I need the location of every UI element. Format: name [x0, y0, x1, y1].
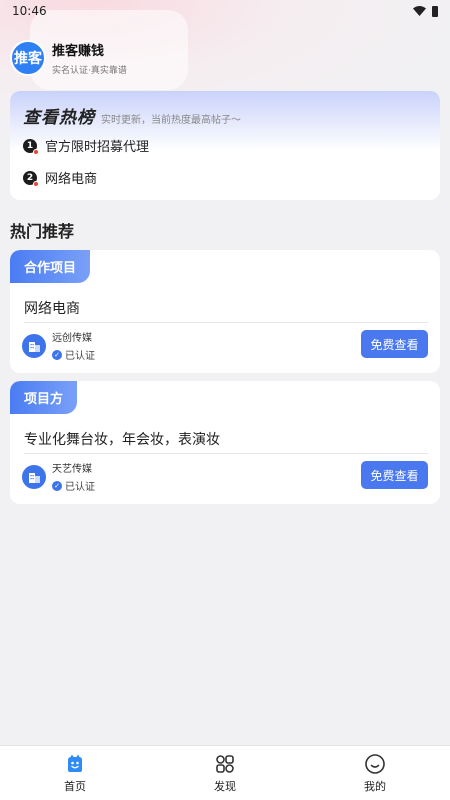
recommend-card[interactable]: 合作项目 网络电商 远创传媒 ✓ 已认证 免费查看 — [10, 250, 440, 373]
hot-list-description: 实时更新，当前热度最高帖子～ — [101, 115, 241, 126]
profile-icon — [365, 753, 385, 774]
tab-home[interactable]: 首页 — [35, 753, 115, 794]
hot-list-header: 查看热榜 实时更新，当前热度最高帖子～ — [23, 103, 241, 128]
app-header: 推客 推客赚钱 实名认证·真实靠谱 — [10, 40, 127, 76]
free-view-button[interactable]: 免费查看 — [361, 330, 428, 358]
tab-discover[interactable]: 发现 — [185, 753, 265, 794]
rank-dot — [33, 180, 39, 187]
building-icon — [22, 333, 46, 358]
bottom-tab-bar: 首页 发现 我的 — [0, 745, 450, 800]
discover-icon — [216, 754, 234, 773]
app-title-group: 推客赚钱 实名认证·真实靠谱 — [52, 40, 127, 76]
free-view-button[interactable]: 免费查看 — [361, 461, 428, 489]
tab-profile[interactable]: 我的 — [335, 753, 415, 794]
hot-list-title: 查看热榜 — [23, 108, 95, 128]
verified-badge: ✓ 已认证 — [52, 478, 95, 493]
tab-label: 发现 — [214, 779, 236, 793]
card-title: 网络电商 — [24, 301, 80, 317]
section-title: 热门推荐 — [10, 222, 75, 241]
card-tag: 项目方 — [10, 381, 78, 414]
check-icon: ✓ — [52, 349, 62, 360]
card-divider — [24, 322, 428, 323]
hot-list-item-text: 官方限时招募代理 — [45, 140, 150, 155]
recommend-card[interactable]: 项目方 专业化舞台妆，年会妆，表演妆 天艺传媒 ✓ 已认证 免费查看 — [10, 381, 440, 504]
verified-label: 已认证 — [65, 351, 95, 362]
rank-badge: 2 — [23, 170, 39, 187]
tab-label: 首页 — [64, 779, 86, 793]
status-time: 10:46 — [12, 4, 47, 18]
card-tag: 合作项目 — [10, 250, 91, 283]
company-text: 天艺传媒 ✓ 已认证 — [52, 460, 95, 493]
company-info: 远创传媒 ✓ 已认证 — [22, 329, 95, 362]
building-icon — [22, 464, 46, 489]
battery-icon — [432, 5, 438, 17]
app-logo-text: 推客 — [14, 51, 42, 67]
hot-list-item-text: 网络电商 — [45, 172, 98, 187]
verified-label: 已认证 — [65, 482, 95, 493]
company-name: 天艺传媒 — [52, 464, 92, 475]
rank-dot — [33, 148, 39, 155]
home-icon — [68, 754, 82, 772]
app-logo: 推客 — [10, 40, 46, 76]
card-title: 专业化舞台妆，年会妆，表演妆 — [24, 432, 220, 448]
rank-number: 1 — [26, 140, 34, 151]
company-info: 天艺传媒 ✓ 已认证 — [22, 460, 95, 493]
hot-list-card[interactable]: 查看热榜 实时更新，当前热度最高帖子～ 1 官方限时招募代理 2 网络电商 — [10, 91, 440, 200]
wifi-icon — [413, 6, 426, 16]
hot-list-item[interactable]: 1 官方限时招募代理 — [23, 136, 149, 155]
card-divider — [24, 453, 428, 454]
app-subtitle: 实名认证·真实靠谱 — [52, 66, 127, 76]
company-name: 远创传媒 — [52, 333, 92, 344]
status-bar: 10:46 — [0, 0, 450, 22]
verified-badge: ✓ 已认证 — [52, 347, 95, 362]
rank-number: 2 — [26, 172, 34, 183]
status-icons — [413, 5, 438, 17]
rank-badge: 1 — [23, 138, 39, 155]
hot-list-item[interactable]: 2 网络电商 — [23, 168, 97, 187]
app-title: 推客赚钱 — [52, 44, 105, 59]
company-text: 远创传媒 ✓ 已认证 — [52, 329, 95, 362]
check-icon: ✓ — [52, 480, 62, 491]
tab-label: 我的 — [364, 779, 386, 793]
